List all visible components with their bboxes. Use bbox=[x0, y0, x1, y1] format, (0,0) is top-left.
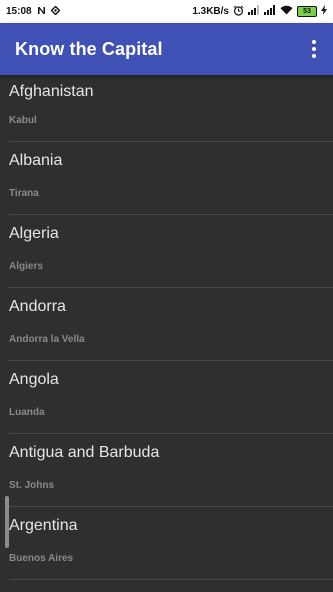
capital-name: Kabul bbox=[9, 115, 37, 126]
list-item[interactable]: Albania Tirana bbox=[9, 142, 333, 215]
location-diamond-icon bbox=[50, 5, 61, 18]
list-item[interactable]: Afghanistan Kabul bbox=[9, 75, 333, 142]
capital-name: Luanda bbox=[9, 407, 45, 418]
list-item[interactable]: Andorra Andorra la Vella bbox=[9, 288, 333, 361]
network-speed: 1.3KB/s bbox=[192, 6, 229, 17]
capital-name: St. Johns bbox=[9, 480, 55, 491]
scrollbar-thumb[interactable] bbox=[5, 496, 9, 548]
country-name: Argentina bbox=[9, 517, 78, 534]
app-bar: Know the Capital bbox=[0, 23, 333, 75]
battery-icon: 53 bbox=[297, 6, 317, 17]
country-name: Algeria bbox=[9, 225, 59, 242]
capital-name: Tirana bbox=[9, 188, 39, 199]
menu-dot bbox=[312, 54, 316, 58]
country-list[interactable]: Afghanistan Kabul Albania Tirana Algeria… bbox=[0, 75, 333, 592]
list-item[interactable]: Angola Luanda bbox=[9, 361, 333, 434]
list-item[interactable]: Algeria Algiers bbox=[9, 215, 333, 288]
country-name: Antigua and Barbuda bbox=[9, 444, 160, 461]
notification-n-icon bbox=[37, 6, 46, 18]
capital-name: Algiers bbox=[9, 261, 43, 272]
country-name: Albania bbox=[9, 152, 63, 169]
charging-icon bbox=[321, 5, 327, 18]
country-name: Andorra bbox=[9, 298, 66, 315]
status-time: 15:08 bbox=[6, 6, 32, 17]
menu-dot bbox=[312, 47, 316, 51]
signal-icon bbox=[248, 5, 260, 18]
capital-name: Andorra la Vella bbox=[9, 334, 85, 345]
country-name: Afghanistan bbox=[9, 83, 94, 100]
battery-level: 53 bbox=[303, 8, 311, 15]
status-bar: 15:08 1.3KB/s 53 bbox=[0, 0, 333, 23]
wifi-icon bbox=[280, 5, 293, 18]
status-bar-left: 15:08 bbox=[6, 5, 61, 18]
app-title: Know the Capital bbox=[15, 38, 163, 59]
list-item[interactable]: Antigua and Barbuda St. Johns bbox=[9, 434, 333, 507]
signal-icon bbox=[264, 5, 276, 18]
status-bar-right: 1.3KB/s 53 bbox=[192, 5, 327, 19]
menu-dot bbox=[312, 40, 316, 44]
alarm-icon bbox=[233, 5, 244, 19]
country-name: Angola bbox=[9, 371, 59, 388]
capital-name: Buenos Aires bbox=[9, 553, 74, 564]
more-vert-icon[interactable] bbox=[309, 37, 319, 61]
list-item[interactable]: Argentina Buenos Aires bbox=[9, 507, 333, 580]
